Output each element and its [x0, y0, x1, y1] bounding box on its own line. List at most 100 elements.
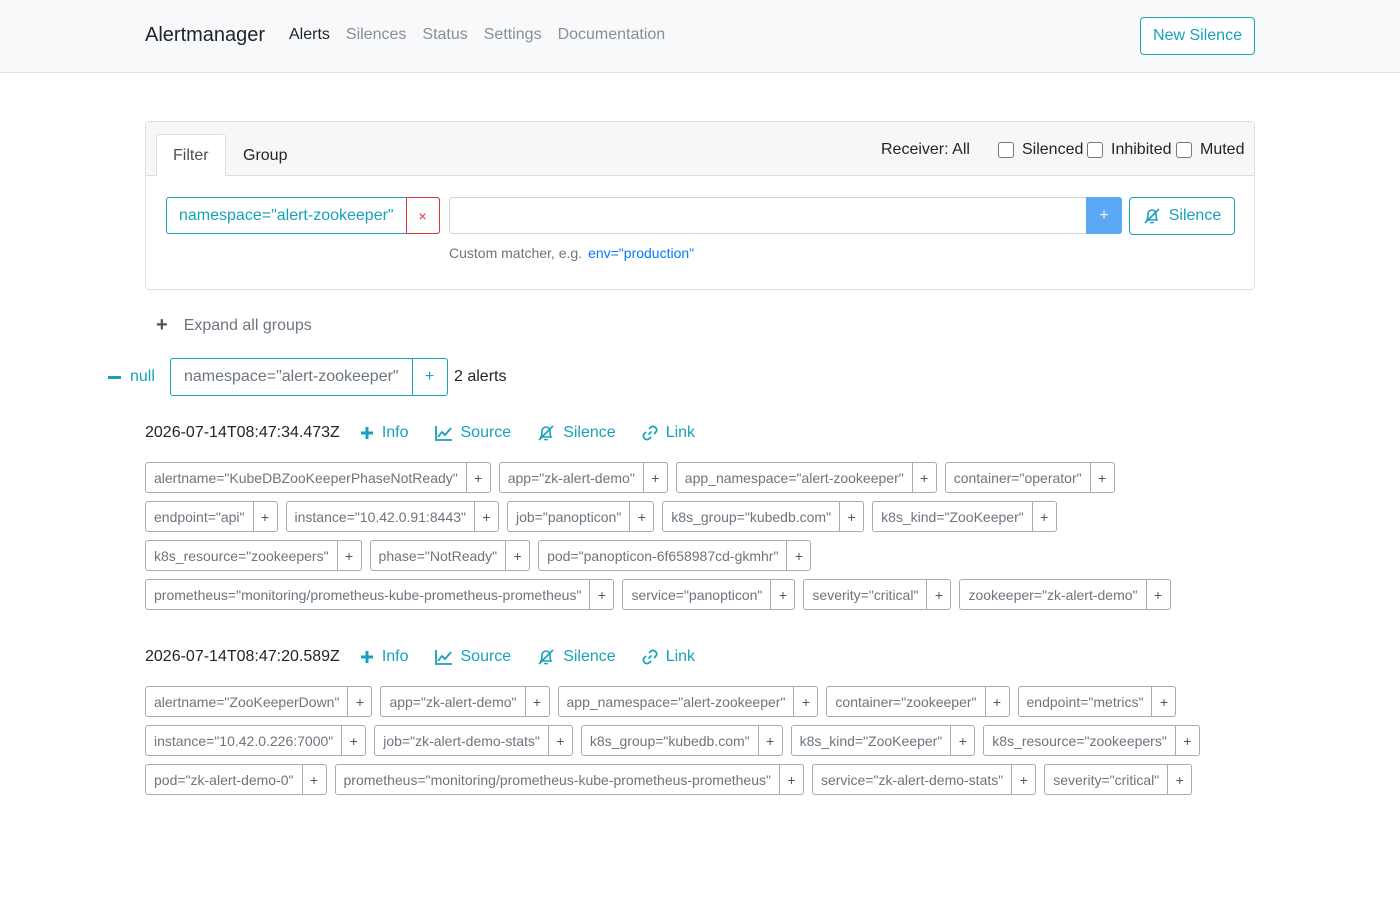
- group-collapse-toggle[interactable]: null: [108, 368, 155, 386]
- checkbox-box[interactable]: [1087, 142, 1103, 158]
- info-button[interactable]: Info: [360, 424, 409, 442]
- expand-all-groups[interactable]: + Expand all groups: [156, 314, 312, 337]
- source-button[interactable]: Source: [434, 648, 511, 666]
- silence-button[interactable]: Silence: [537, 648, 616, 666]
- add-label-filter-button[interactable]: +: [911, 463, 936, 492]
- add-label-filter-button[interactable]: +: [793, 687, 817, 716]
- add-label-filter-button[interactable]: +: [1089, 463, 1114, 492]
- label-text[interactable]: app_namespace="alert-zookeeper": [559, 687, 794, 716]
- add-label-filter-button[interactable]: +: [547, 726, 572, 755]
- add-label-filter-button[interactable]: +: [839, 502, 863, 531]
- info-button[interactable]: Info: [360, 648, 409, 666]
- muted-checkbox[interactable]: Muted: [1176, 141, 1244, 159]
- add-label-filter-button[interactable]: +: [926, 580, 950, 609]
- nav-alerts[interactable]: Alerts: [289, 26, 330, 44]
- add-group-filter-button[interactable]: +: [411, 359, 447, 395]
- add-label-filter-button[interactable]: +: [252, 502, 277, 531]
- label-text[interactable]: endpoint="metrics": [1019, 687, 1152, 716]
- label-text[interactable]: alertname="KubeDBZooKeeperPhaseNotReady": [146, 463, 466, 492]
- add-label-filter-button[interactable]: +: [984, 687, 1009, 716]
- label-text[interactable]: severity="critical": [1045, 765, 1167, 794]
- label-text[interactable]: severity="critical": [804, 580, 926, 609]
- label-text[interactable]: zookeeper="zk-alert-demo": [960, 580, 1145, 609]
- add-label-filter-button[interactable]: +: [473, 502, 498, 531]
- custom-matcher-input[interactable]: [449, 197, 1087, 234]
- silence-button[interactable]: Silence: [537, 424, 616, 442]
- source-button[interactable]: Source: [434, 424, 511, 442]
- hint-example-link[interactable]: env="production": [588, 245, 694, 261]
- add-label-filter-button[interactable]: +: [642, 463, 667, 492]
- label-text[interactable]: k8s_resource="zookeepers": [146, 541, 337, 570]
- label-text[interactable]: k8s_resource="zookeepers": [984, 726, 1175, 755]
- label-text[interactable]: service="panopticon": [623, 580, 770, 609]
- label-text[interactable]: container="operator": [946, 463, 1090, 492]
- label-tag: container="operator" +: [944, 462, 1115, 493]
- add-label-filter-button[interactable]: +: [1145, 580, 1170, 609]
- remove-matcher-button[interactable]: ×: [405, 197, 440, 234]
- label-text[interactable]: k8s_kind="ZooKeeper": [873, 502, 1032, 531]
- alert-labels: alertname="ZooKeeperDown" + app="zk-alert-…: [145, 686, 1255, 803]
- add-label-filter-button[interactable]: +: [778, 765, 803, 794]
- label-text[interactable]: alertname="ZooKeeperDown": [146, 687, 347, 716]
- checkbox-box[interactable]: [1176, 142, 1192, 158]
- silence-label: Silence: [563, 424, 616, 441]
- new-silence-button[interactable]: New Silence: [1140, 17, 1255, 55]
- add-label-filter-button[interactable]: +: [347, 687, 371, 716]
- bell-slash-icon: [538, 649, 554, 665]
- label-tag: endpoint="metrics" +: [1017, 686, 1177, 717]
- add-label-filter-button[interactable]: +: [589, 580, 613, 609]
- label-text[interactable]: k8s_group="kubedb.com": [663, 502, 839, 531]
- link-button[interactable]: Link: [642, 424, 695, 442]
- label-text[interactable]: pod="panopticon-6f658987cd-gkmhr": [539, 541, 786, 570]
- nav-settings[interactable]: Settings: [484, 26, 542, 44]
- add-label-filter-button[interactable]: +: [629, 502, 653, 531]
- matcher-hint: Custom matcher, e.g. env="production": [449, 245, 694, 261]
- label-text[interactable]: prometheus="monitoring/prometheus-kube-p…: [336, 765, 779, 794]
- add-label-filter-button[interactable]: +: [465, 463, 490, 492]
- add-label-filter-button[interactable]: +: [505, 541, 529, 570]
- link-button[interactable]: Link: [642, 648, 695, 666]
- tab-filter[interactable]: Filter: [156, 134, 226, 177]
- label-text[interactable]: job="panopticon": [508, 502, 629, 531]
- label-text[interactable]: k8s_kind="ZooKeeper": [792, 726, 951, 755]
- add-label-filter-button[interactable]: +: [1151, 687, 1175, 716]
- add-matcher-button[interactable]: +: [1086, 197, 1122, 234]
- label-text[interactable]: container="zookeeper": [827, 687, 984, 716]
- nav-silences[interactable]: Silences: [346, 26, 406, 44]
- brand[interactable]: Alertmanager: [145, 24, 265, 47]
- checkbox-box[interactable]: [998, 142, 1014, 158]
- add-label-filter-button[interactable]: +: [1167, 765, 1191, 794]
- add-label-filter-button[interactable]: +: [1011, 765, 1035, 794]
- add-label-filter-button[interactable]: +: [786, 541, 810, 570]
- label-text[interactable]: app="zk-alert-demo": [381, 687, 524, 716]
- receiver-selector[interactable]: Receiver: All: [881, 141, 970, 159]
- nav-status[interactable]: Status: [422, 26, 467, 44]
- add-label-filter-button[interactable]: +: [1031, 502, 1056, 531]
- label-text[interactable]: app="zk-alert-demo": [500, 463, 643, 492]
- label-tag: app="zk-alert-demo" +: [380, 686, 550, 717]
- tab-group[interactable]: Group: [227, 134, 303, 177]
- add-label-filter-button[interactable]: +: [341, 726, 365, 755]
- inhibited-checkbox[interactable]: Inhibited: [1087, 141, 1172, 159]
- label-text[interactable]: phase="NotReady": [371, 541, 506, 570]
- add-label-filter-button[interactable]: +: [524, 687, 549, 716]
- silenced-checkbox[interactable]: Silenced: [998, 141, 1083, 159]
- label-text[interactable]: pod="zk-alert-demo-0": [146, 765, 302, 794]
- alert-timestamp: 2026-07-14T08:47:34.473Z: [145, 424, 340, 441]
- label-text[interactable]: prometheus="monitoring/prometheus-kube-p…: [146, 580, 589, 609]
- add-label-filter-button[interactable]: +: [301, 765, 326, 794]
- nav-documentation[interactable]: Documentation: [558, 26, 666, 44]
- label-text[interactable]: instance="10.42.0.226:7000": [146, 726, 341, 755]
- add-label-filter-button[interactable]: +: [336, 541, 361, 570]
- label-text[interactable]: job="zk-alert-demo-stats": [375, 726, 548, 755]
- label-text[interactable]: app_namespace="alert-zookeeper": [677, 463, 912, 492]
- add-label-filter-button[interactable]: +: [950, 726, 974, 755]
- label-text[interactable]: k8s_group="kubedb.com": [582, 726, 758, 755]
- add-label-filter-button[interactable]: +: [1174, 726, 1199, 755]
- add-label-filter-button[interactable]: +: [757, 726, 782, 755]
- silence-filter-button[interactable]: Silence: [1129, 197, 1235, 235]
- label-text[interactable]: endpoint="api": [146, 502, 253, 531]
- add-label-filter-button[interactable]: +: [770, 580, 794, 609]
- label-text[interactable]: instance="10.42.0.91:8443": [287, 502, 474, 531]
- label-text[interactable]: service="zk-alert-demo-stats": [813, 765, 1011, 794]
